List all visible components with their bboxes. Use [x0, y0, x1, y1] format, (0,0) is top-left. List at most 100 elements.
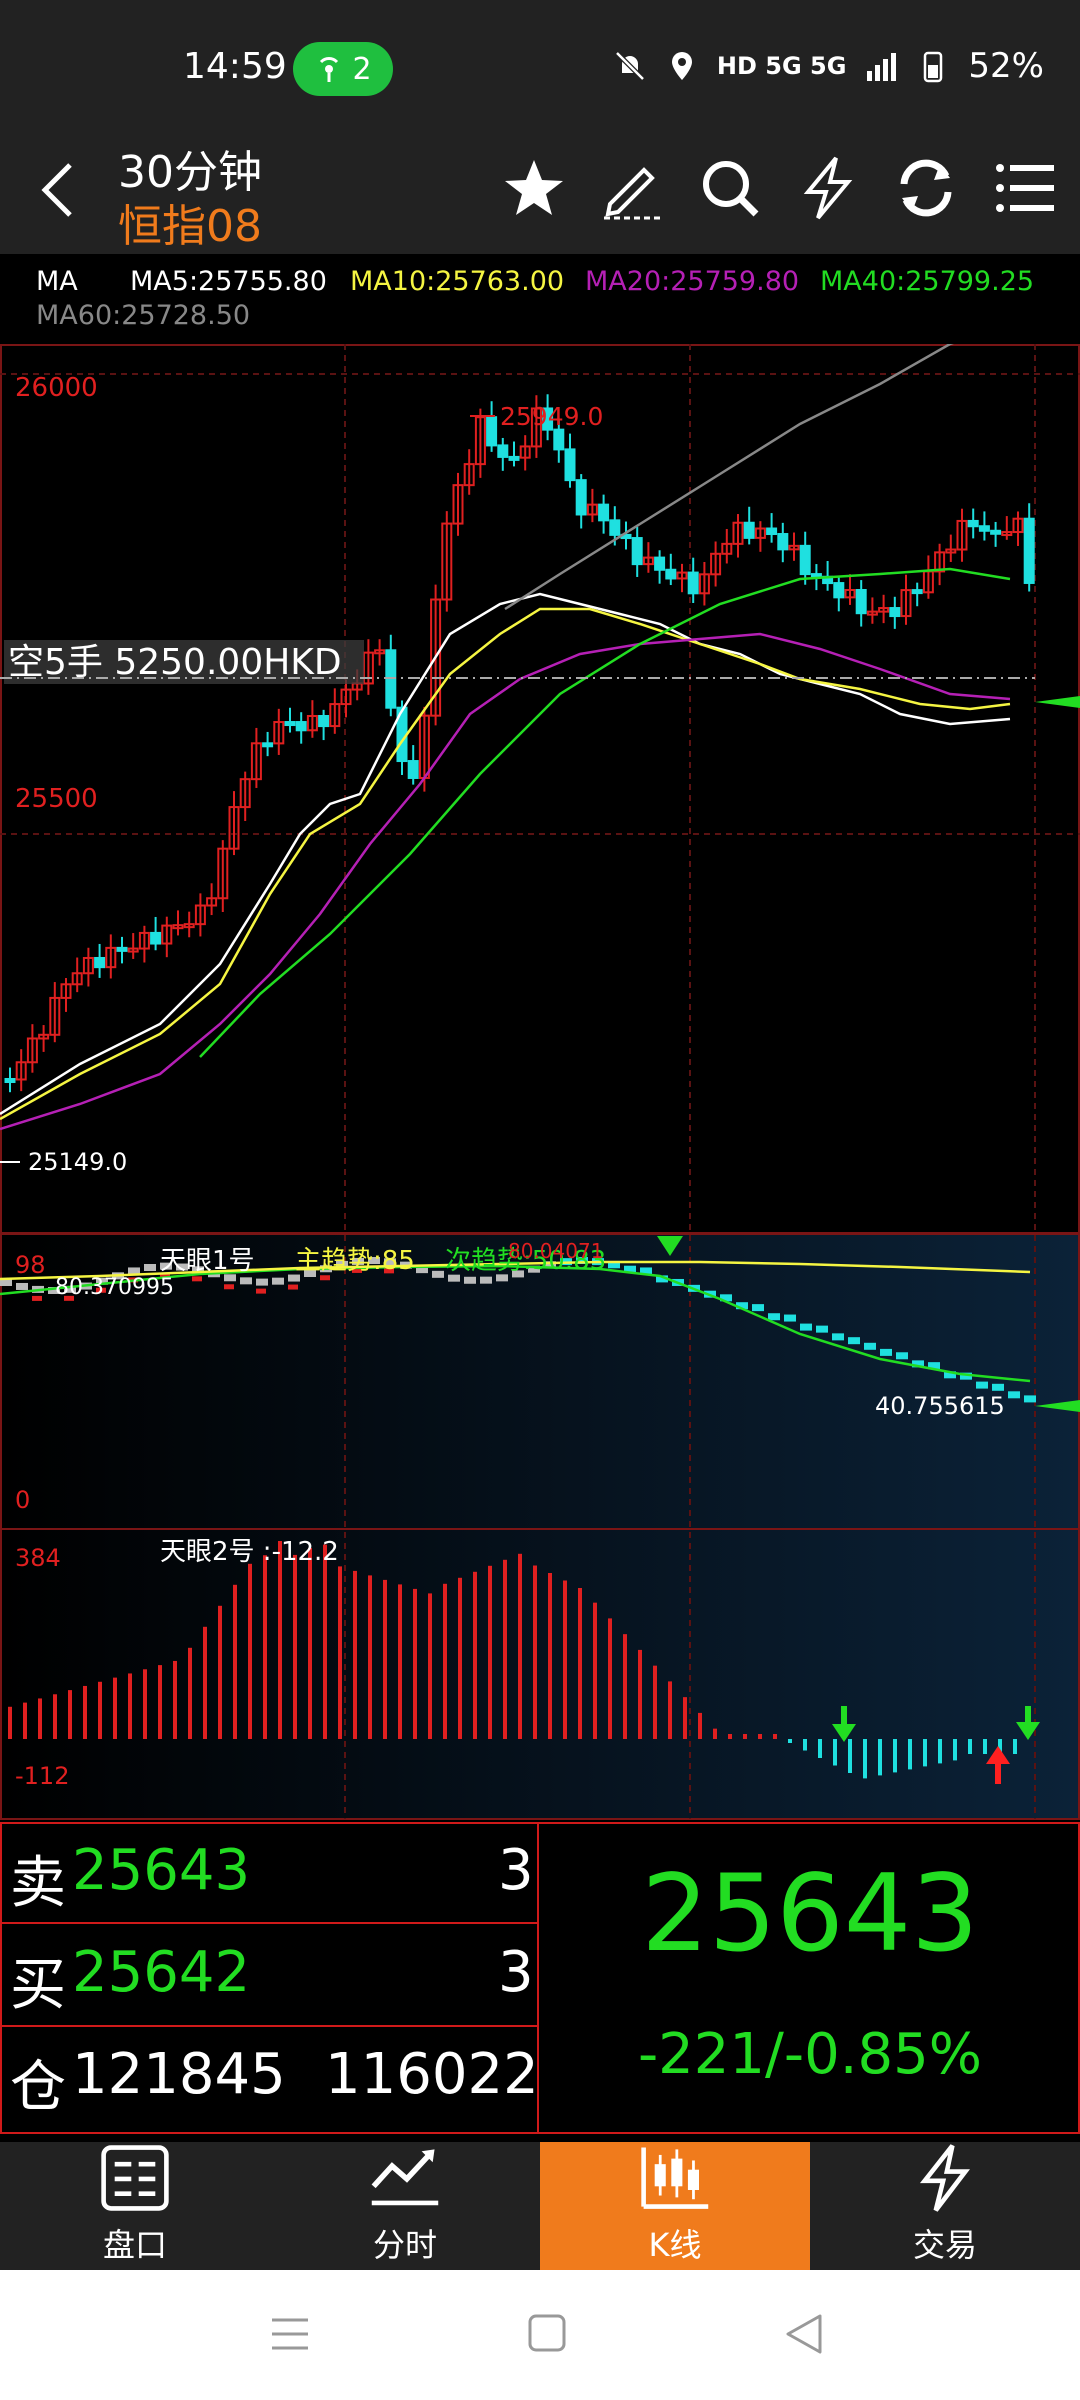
- sell-qty: 3: [498, 1838, 534, 1903]
- status-time: 14:59: [183, 46, 287, 87]
- kline-chart[interactable]: 26000 25500 25949.0 25149.0 空5手 5250.00H…: [0, 344, 1080, 1822]
- ind2-bar: [248, 1563, 252, 1739]
- position-label[interactable]: 空5手 5250.00HKD: [8, 642, 342, 683]
- ind1-step: [992, 1383, 1004, 1391]
- high-price-label: 25949.0: [500, 402, 603, 431]
- open-interest: 121845: [72, 2042, 286, 2107]
- candle-body: [799, 544, 811, 576]
- ind2-bar: [683, 1697, 687, 1739]
- candle-body: [687, 571, 699, 595]
- ma10-line: [0, 607, 1011, 1121]
- ind2-bar: [68, 1690, 72, 1739]
- ind1-step: [832, 1333, 844, 1341]
- buy-price[interactable]: 25642: [72, 1940, 250, 2005]
- candle-body: [766, 527, 778, 536]
- position-label: 仓: [10, 2055, 66, 2120]
- price-axis-mid: 25500: [15, 784, 98, 814]
- ind2-bar: [968, 1739, 972, 1754]
- home-icon[interactable]: [526, 2312, 570, 2356]
- ind1-red-dot: [224, 1284, 234, 1290]
- menu-list-icon[interactable]: [988, 152, 1060, 224]
- ind2-bar: [503, 1559, 507, 1739]
- search-icon[interactable]: [694, 152, 766, 224]
- ind2-bar: [833, 1739, 837, 1766]
- buy-label: 买: [10, 1953, 66, 2018]
- ind2-bar: [233, 1584, 237, 1739]
- ind1-step: [1024, 1395, 1036, 1403]
- candle-body: [295, 721, 307, 732]
- candle-body: [284, 721, 296, 727]
- hotspot-pill[interactable]: 2: [293, 42, 393, 96]
- back-icon[interactable]: [782, 2312, 826, 2356]
- ind1-axis-bottom: 0: [15, 1486, 30, 1514]
- ind1-step: [752, 1304, 764, 1312]
- candle-body: [486, 416, 498, 447]
- ma-legend[interactable]: MA MA5:25755.80 MA10:25763.00 MA20:25759…: [0, 254, 1080, 344]
- nav-kline[interactable]: K线: [540, 2142, 810, 2270]
- ind2-bar: [353, 1570, 357, 1739]
- candle-body: [665, 568, 677, 580]
- candle-body: [855, 589, 867, 615]
- ind2-bar: [728, 1734, 732, 1739]
- candle-body: [407, 760, 419, 779]
- contract-name[interactable]: 恒指08: [118, 190, 262, 254]
- sell-label: 卖: [10, 1851, 66, 1916]
- draw-pen-icon[interactable]: [596, 152, 668, 224]
- ind2-bar: [788, 1739, 792, 1743]
- ind1-title: 天眼1号: [160, 1246, 255, 1276]
- ind2-bar: [668, 1681, 672, 1739]
- ma10-value: MA10:25763.00: [350, 266, 565, 297]
- sell-price[interactable]: 25643: [72, 1838, 250, 1903]
- ma-label: MA: [36, 266, 78, 297]
- candle-body: [94, 956, 106, 969]
- recent-apps-icon[interactable]: [268, 2312, 312, 2356]
- ind2-bar: [698, 1712, 702, 1739]
- candle-body: [990, 529, 1002, 535]
- ind2-bar: [758, 1734, 762, 1739]
- ind1-step: [240, 1277, 252, 1285]
- refresh-icon[interactable]: [890, 152, 962, 224]
- ind2-bar: [383, 1579, 387, 1739]
- candle-body: [564, 448, 576, 482]
- nav-trade[interactable]: 交易: [810, 2142, 1080, 2270]
- ind1-step: [976, 1381, 988, 1389]
- ind2-bar: [953, 1739, 957, 1761]
- ind2-bar: [818, 1739, 822, 1758]
- ind1-step: [864, 1342, 876, 1350]
- ind1-step: [16, 1282, 28, 1290]
- ind2-bar: [548, 1573, 552, 1739]
- nav-order-book[interactable]: 盘口: [0, 2142, 270, 2270]
- lightning-icon[interactable]: [792, 152, 864, 224]
- location-icon: [671, 52, 692, 80]
- ind2-bar: [128, 1673, 132, 1739]
- order-panel: 卖 25643 3 买 25642 3 仓 121845 116022 2564…: [0, 1822, 1080, 2134]
- current-price-pointer: [1035, 696, 1080, 708]
- ind1-step: [480, 1276, 492, 1284]
- nav-timeshare[interactable]: 分时: [270, 2142, 540, 2270]
- candle-body: [609, 519, 621, 536]
- candle-body: [743, 521, 755, 539]
- ind2-axis-bottom: -112: [15, 1762, 69, 1790]
- star-icon[interactable]: [498, 152, 570, 224]
- ma20-value: MA20:25759.80: [585, 266, 800, 297]
- ind1-step: [896, 1352, 908, 1360]
- ind2-bar: [23, 1702, 27, 1739]
- candle-body: [833, 582, 845, 599]
- ind1-step: [144, 1264, 156, 1271]
- ind2-bar: [158, 1665, 162, 1739]
- nav-trade-label: 交易: [912, 2226, 977, 2264]
- ind2-bar: [863, 1739, 867, 1779]
- candlestick-series: [4, 394, 1035, 1093]
- ind2-bar: [38, 1698, 42, 1739]
- ma60-value: MA60:25728.50: [36, 300, 251, 331]
- candle-body: [150, 931, 162, 945]
- ind2-bar: [488, 1565, 492, 1739]
- ind2-bar: [263, 1555, 267, 1739]
- ind2-bar: [203, 1626, 207, 1739]
- ind1-step: [784, 1314, 796, 1322]
- candle-body: [262, 742, 274, 748]
- back-arrow-icon[interactable]: [30, 155, 90, 225]
- nav-kline-label: K线: [648, 2226, 702, 2264]
- candle-body: [318, 715, 330, 728]
- ind2-bar: [743, 1734, 747, 1739]
